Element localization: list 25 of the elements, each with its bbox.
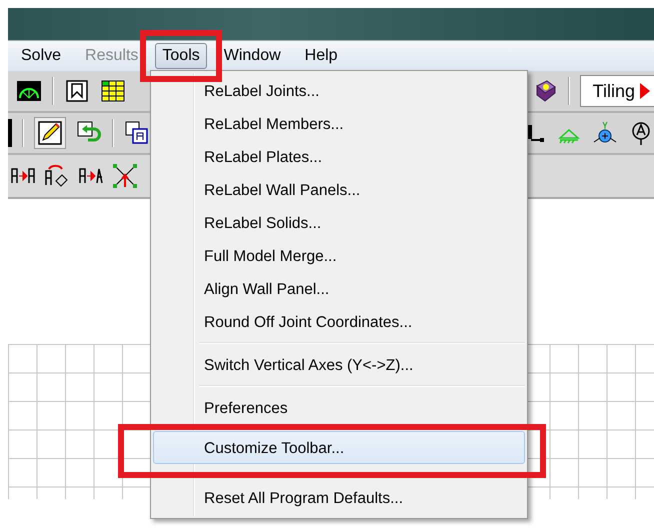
bookmark-icon[interactable]	[64, 78, 90, 104]
pencil-icon[interactable]	[37, 120, 63, 146]
menu-item[interactable]: Reset All Program Defaults...	[153, 481, 525, 514]
menu-item[interactable]: ReLabel Joints...	[153, 74, 525, 107]
menu-bar-item[interactable]: Window	[216, 43, 288, 69]
menu-item[interactable]: ReLabel Solids...	[153, 206, 525, 239]
rotate-label-icon[interactable]	[44, 163, 70, 189]
tiling-dropdown[interactable]: Tiling	[580, 75, 654, 107]
menu-item[interactable]: ReLabel Members...	[153, 107, 525, 140]
arch-icon[interactable]	[16, 78, 42, 104]
menu-item[interactable]: Preferences	[153, 391, 525, 424]
menu-bar-item[interactable]: Solve	[14, 43, 68, 69]
menu-bar-item[interactable]: Help	[298, 43, 345, 69]
table-icon[interactable]	[100, 78, 126, 104]
menu-item[interactable]: Customize Toolbar...	[153, 431, 525, 464]
menu-item[interactable]: Align Wall Panel...	[153, 272, 525, 305]
menu-item[interactable]: Full Model Merge...	[153, 239, 525, 272]
menu-item[interactable]: Round Off Joint Coordinates...	[153, 305, 525, 338]
menu-bar-item[interactable]: Tools	[155, 43, 207, 69]
menu-item[interactable]: ReLabel Wall Panels...	[153, 173, 525, 206]
menu-item[interactable]: ReLabel Plates...	[153, 140, 525, 173]
menu-item[interactable]: Switch Vertical Axes (Y<->Z)...	[153, 348, 525, 381]
triangle-icon	[639, 82, 651, 100]
copy-icon[interactable]	[124, 120, 150, 146]
move-joint-icon[interactable]	[112, 163, 138, 189]
